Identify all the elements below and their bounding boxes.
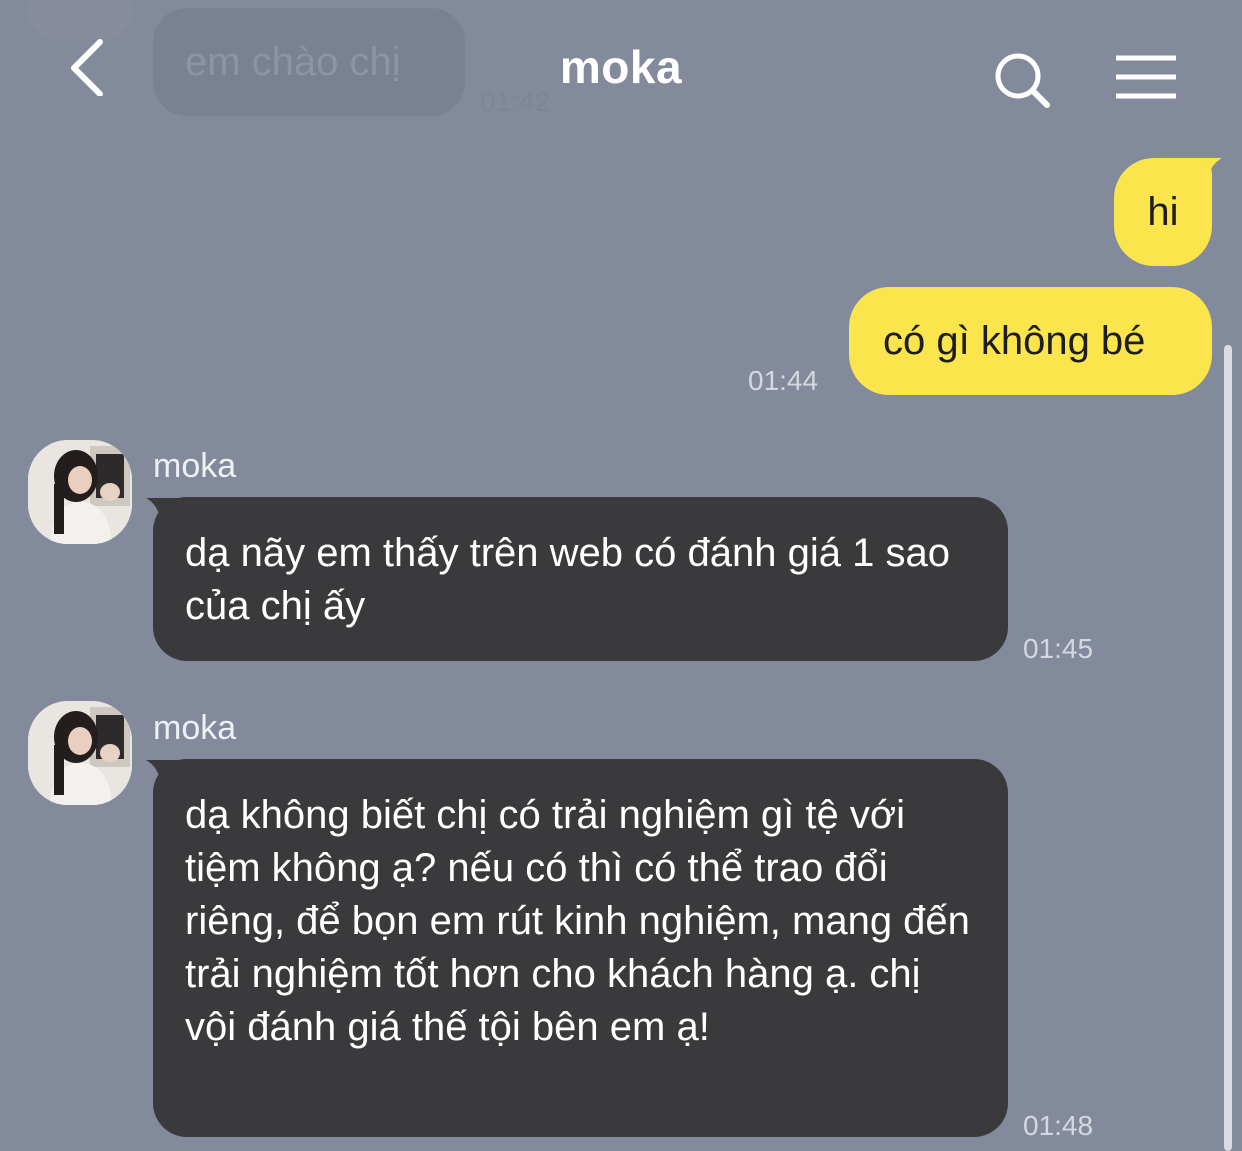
avatar[interactable]	[28, 440, 132, 544]
message-bubble-incoming[interactable]: dạ không biết chị có trải nghiệm gì tệ v…	[153, 759, 1008, 1137]
ghost-avatar	[28, 0, 132, 40]
hamburger-menu-icon[interactable]	[1112, 52, 1180, 102]
ghost-message-time: 01:42	[480, 86, 551, 117]
message-bubble-outgoing[interactable]: hi	[1114, 158, 1212, 266]
search-icon[interactable]	[990, 50, 1054, 110]
chat-screen: em chào chị 01:42 moka hi 01:44 có gì kh…	[0, 0, 1242, 1151]
message-bubble-outgoing[interactable]: có gì không bé	[849, 287, 1212, 395]
message-bubble-incoming[interactable]: dạ nãy em thấy trên web có đánh giá 1 sa…	[153, 497, 1008, 661]
avatar[interactable]	[28, 701, 132, 805]
sender-name: moka	[153, 709, 237, 747]
ghost-message-bubble: em chào chị	[153, 8, 465, 116]
back-chevron-icon[interactable]	[62, 36, 116, 97]
chat-title-text: moka	[559, 41, 683, 93]
message-time: 01:45	[1023, 633, 1094, 664]
sender-name: moka	[153, 447, 237, 485]
message-time: 01:44	[748, 365, 819, 396]
scrollbar[interactable]	[1224, 345, 1232, 1151]
message-time: 01:48	[1023, 1110, 1094, 1141]
